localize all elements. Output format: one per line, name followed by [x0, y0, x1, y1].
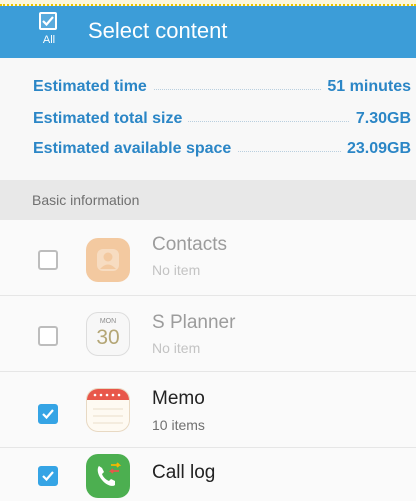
- estimate-value: 7.30GB: [349, 110, 411, 128]
- app-bar: All Select content: [0, 6, 416, 58]
- contacts-icon: [86, 238, 130, 282]
- item-subtitle: 10 items: [152, 417, 205, 433]
- estimated-time-row: Estimated time 51 minutes: [33, 78, 416, 104]
- select-all-label: All: [42, 34, 56, 46]
- call-log-icon: [86, 454, 130, 498]
- item-checkbox[interactable]: [38, 466, 58, 486]
- item-name: Call log: [152, 462, 216, 483]
- list-item-memo[interactable]: Memo 10 items: [0, 372, 416, 448]
- section-title: Basic information: [32, 192, 140, 208]
- calendar-day: 30: [96, 326, 120, 349]
- memo-icon: [86, 388, 130, 432]
- estimate-label: Estimated total size: [33, 110, 189, 128]
- list-item-contacts[interactable]: Contacts No item: [0, 220, 416, 296]
- list-item-call-log[interactable]: Call log: [0, 448, 416, 501]
- item-checkbox[interactable]: [38, 250, 58, 270]
- calendar-month: MON: [99, 318, 117, 325]
- content-list: Contacts No item MON 30 S Planner No ite…: [0, 220, 416, 501]
- page-title: Select content: [88, 18, 228, 43]
- item-name: Contacts: [152, 234, 227, 255]
- estimated-total-size-row: Estimated total size 7.30GB: [33, 110, 416, 136]
- item-checkbox[interactable]: [38, 326, 58, 346]
- estimated-available-space-row: Estimated available space 23.09GB: [33, 140, 416, 166]
- section-header: Basic information: [0, 180, 416, 220]
- list-item-s-planner[interactable]: MON 30 S Planner No item: [0, 296, 416, 372]
- estimate-value: 51 minutes: [321, 78, 411, 96]
- checkbox-icon: [39, 12, 57, 30]
- item-checkbox[interactable]: [38, 404, 58, 424]
- estimate-label: Estimated time: [33, 78, 153, 96]
- select-all-checkbox[interactable]: All: [34, 12, 64, 54]
- estimate-label: Estimated available space: [33, 140, 238, 158]
- item-subtitle: No item: [152, 340, 201, 356]
- estimate-panel: Estimated time 51 minutes Estimated tota…: [0, 58, 416, 180]
- estimate-value: 23.09GB: [340, 140, 411, 158]
- item-name: S Planner: [152, 312, 236, 333]
- item-name: Memo: [152, 388, 205, 409]
- calendar-icon: MON 30: [86, 312, 130, 356]
- item-subtitle: No item: [152, 262, 201, 278]
